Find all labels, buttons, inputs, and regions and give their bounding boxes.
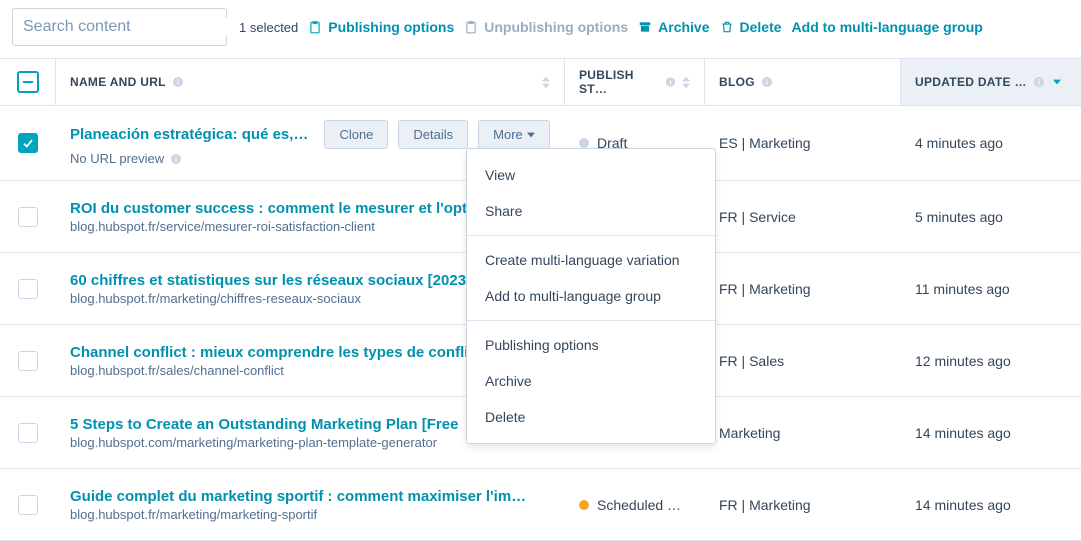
select-all-checkbox[interactable] <box>17 71 39 93</box>
row-updated: 4 minutes ago <box>901 121 1081 165</box>
clone-button[interactable]: Clone <box>324 120 388 149</box>
sort-arrows[interactable] <box>542 76 550 89</box>
row-checkbox[interactable] <box>18 495 38 515</box>
svg-text:i: i <box>1038 80 1040 87</box>
more-dropdown: View Share Create multi-language variati… <box>466 148 716 444</box>
row-blog: ES | Marketing <box>705 121 901 165</box>
sort-arrows[interactable] <box>682 76 690 89</box>
info-icon: i <box>761 76 773 88</box>
more-button[interactable]: More <box>478 120 550 149</box>
dropdown-separator <box>467 235 715 236</box>
row-title[interactable]: Guide complet du marketing sportif : com… <box>70 488 526 505</box>
row-title[interactable]: 60 chiffres et statistiques sur les rése… <box>70 272 471 289</box>
unpublishing-label: Unpublishing options <box>484 19 628 35</box>
publishing-label: Publishing options <box>328 19 454 35</box>
chevron-down-icon <box>1053 79 1061 85</box>
chevron-down-icon <box>527 132 535 138</box>
row-updated: 14 minutes ago <box>901 483 1081 527</box>
dropdown-publishing[interactable]: Publishing options <box>467 327 715 363</box>
selected-count: 1 selected <box>237 20 298 35</box>
header-blog-label: BLOG <box>719 75 755 89</box>
search-box[interactable] <box>12 8 227 46</box>
table-header: NAME AND URL i PUBLISH ST… i BLOG i UPDA… <box>0 58 1081 106</box>
status-dot <box>579 138 589 148</box>
unpublish-icon <box>464 20 478 34</box>
archive-icon <box>638 20 652 34</box>
dropdown-share[interactable]: Share <box>467 193 715 229</box>
header-updated-label: UPDATED DATE … <box>915 75 1027 89</box>
dropdown-add-group[interactable]: Add to multi-language group <box>467 278 715 314</box>
table-row: Guide complet du marketing sportif : com… <box>0 469 1081 541</box>
row-url: blog.hubspot.fr/marketing/marketing-spor… <box>70 507 551 522</box>
dropdown-create-variation[interactable]: Create multi-language variation <box>467 242 715 278</box>
publishing-options-action[interactable]: Publishing options <box>308 19 454 35</box>
dropdown-view[interactable]: View <box>467 157 715 193</box>
row-updated: 12 minutes ago <box>901 339 1081 383</box>
header-publish-label: PUBLISH ST… <box>579 68 659 96</box>
details-button[interactable]: Details <box>398 120 468 149</box>
row-title[interactable]: Planeación estratégica: qué es,… <box>70 126 308 143</box>
add-multilang-group-action[interactable]: Add to multi-language group <box>792 19 983 35</box>
row-updated: 14 minutes ago <box>901 411 1081 455</box>
row-updated: 5 minutes ago <box>901 195 1081 239</box>
header-updated[interactable]: UPDATED DATE … i <box>901 59 1081 105</box>
row-updated: 11 minutes ago <box>901 267 1081 311</box>
svg-text:i: i <box>177 80 179 87</box>
archive-label: Archive <box>658 19 709 35</box>
row-checkbox[interactable] <box>18 351 38 371</box>
row-title[interactable]: 5 Steps to Create an Outstanding Marketi… <box>70 416 458 433</box>
svg-text:i: i <box>766 80 768 87</box>
row-checkbox[interactable] <box>18 423 38 443</box>
unpublishing-options-action: Unpublishing options <box>464 19 628 35</box>
row-title[interactable]: Channel conflict : mieux comprendre les … <box>70 344 468 361</box>
info-icon: i <box>172 76 184 88</box>
search-input[interactable] <box>23 18 230 36</box>
row-checkbox[interactable] <box>18 279 38 299</box>
svg-text:i: i <box>669 79 671 86</box>
delete-label: Delete <box>740 19 782 35</box>
dropdown-separator <box>467 320 715 321</box>
row-blog: FR | Marketing <box>705 483 901 527</box>
svg-text:i: i <box>175 156 177 163</box>
add-group-label: Add to multi-language group <box>792 19 983 35</box>
header-blog[interactable]: BLOG i <box>705 59 901 105</box>
archive-action[interactable]: Archive <box>638 19 709 35</box>
header-name-label: NAME AND URL <box>70 75 166 89</box>
row-blog: FR | Service <box>705 195 901 239</box>
info-icon: i <box>1033 76 1045 88</box>
row-blog: FR | Sales <box>705 339 901 383</box>
status-dot <box>579 500 589 510</box>
info-icon: i <box>665 76 676 88</box>
row-title[interactable]: ROI du customer success : comment le mes… <box>70 200 467 217</box>
toolbar: 1 selected Publishing options Unpublishi… <box>0 0 1081 58</box>
row-checkbox[interactable] <box>18 133 38 153</box>
header-name[interactable]: NAME AND URL i <box>56 59 565 105</box>
dropdown-archive[interactable]: Archive <box>467 363 715 399</box>
trash-icon <box>720 20 734 34</box>
dropdown-delete[interactable]: Delete <box>467 399 715 435</box>
publish-icon <box>308 20 322 34</box>
header-publish-status[interactable]: PUBLISH ST… i <box>565 59 705 105</box>
row-blog: Marketing <box>705 411 901 455</box>
info-icon: i <box>170 153 182 165</box>
row-checkbox[interactable] <box>18 207 38 227</box>
row-blog: FR | Marketing <box>705 267 901 311</box>
header-checkbox-cell <box>0 59 56 105</box>
status-text: Scheduled … <box>597 497 681 513</box>
delete-action[interactable]: Delete <box>720 19 782 35</box>
